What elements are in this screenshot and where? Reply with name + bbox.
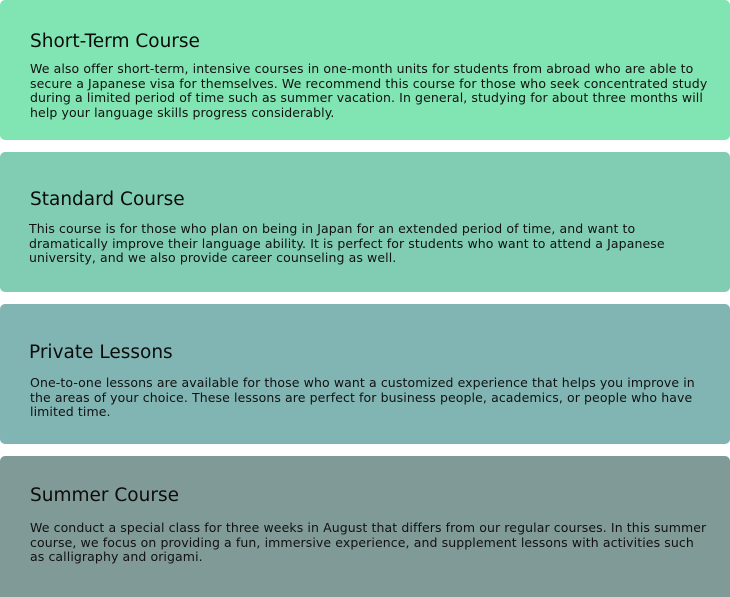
summer-course-card: Summer Course We conduct a special class… xyxy=(0,456,730,597)
private-lessons-description: One-to-one lessons are available for tho… xyxy=(30,375,695,420)
private-lessons-title: Private Lessons xyxy=(29,342,173,363)
standard-course-card: Standard Course This course is for those… xyxy=(0,152,730,292)
private-lessons-card: Private Lessons One-to-one lessons are a… xyxy=(0,304,730,444)
short-term-course-title: Short-Term Course xyxy=(30,31,200,52)
standard-course-title: Standard Course xyxy=(30,189,185,210)
summer-course-description: We conduct a special class for three wee… xyxy=(30,520,707,565)
standard-course-description: This course is for those who plan on bei… xyxy=(29,221,665,266)
short-term-course-description: We also offer short-term, intensive cour… xyxy=(30,61,708,120)
summer-course-title: Summer Course xyxy=(30,485,179,506)
short-term-course-card: Short-Term Course We also offer short-te… xyxy=(0,0,730,140)
